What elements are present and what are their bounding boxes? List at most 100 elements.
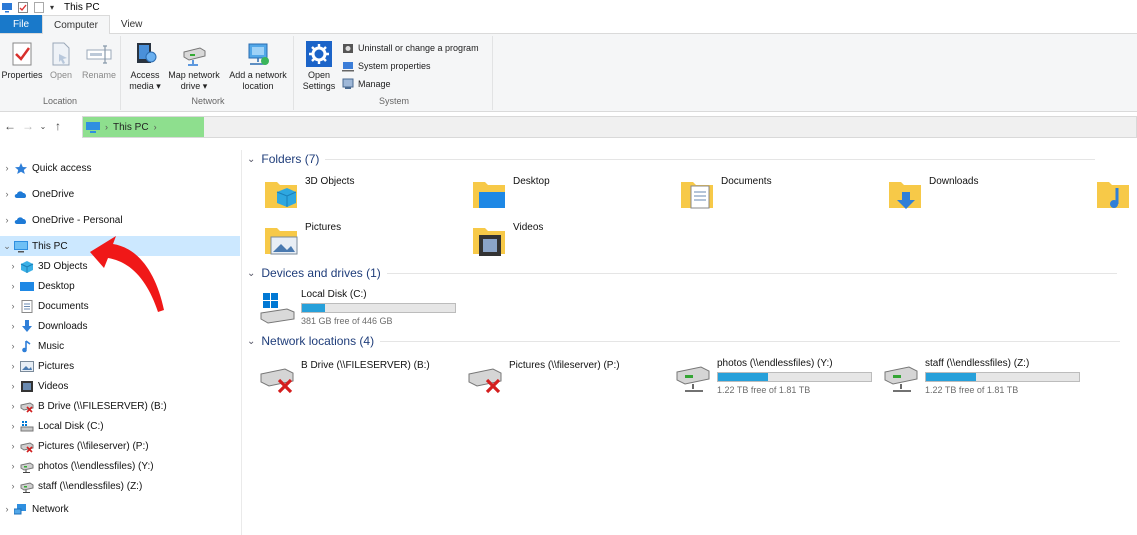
network-drive-icon (20, 481, 34, 493)
expand-chevron-icon[interactable]: › (6, 421, 20, 431)
pc-icon[interactable] (2, 2, 12, 13)
expand-chevron-icon[interactable]: › (0, 163, 14, 173)
uninstall-label: Uninstall or change a program (358, 43, 479, 53)
drive-free-space: 381 GB free of 446 GB (301, 316, 393, 326)
nav-item-local-disk-c[interactable]: › Local Disk (C:) (0, 416, 240, 436)
network-drive-icon (676, 366, 710, 392)
uninstall-icon (343, 44, 353, 53)
network-locations-group-header[interactable]: ⌄ Network locations (4) (247, 334, 1121, 348)
pc-icon (86, 121, 100, 133)
map-network-drive-button[interactable]: Map network drive ▾ (163, 40, 225, 92)
folder-tile-documents[interactable]: Documents (679, 176, 772, 212)
nav-item-photos-y[interactable]: › photos (\\endlessfiles) (Y:) (0, 456, 240, 476)
expand-chevron-icon[interactable]: › (6, 341, 20, 351)
tab-computer[interactable]: Computer (42, 15, 110, 34)
address-bar[interactable]: › This PC › (82, 116, 1137, 138)
drive-free-space: 1.22 TB free of 1.81 TB (925, 385, 1019, 395)
expand-chevron-icon[interactable]: › (6, 261, 20, 271)
up-arrow-icon[interactable]: ↑ (50, 119, 66, 133)
ribbon-group-location: Properties Open Rename Location (0, 36, 121, 110)
tab-file[interactable]: File (0, 15, 42, 33)
network-tile-photos-y[interactable]: photos (\\endlessfiles) (Y:) 1.22 TB fre… (675, 358, 872, 395)
open-settings-button[interactable]: Open Settings (298, 40, 340, 92)
settings-gear-icon (306, 41, 332, 67)
expand-chevron-icon[interactable]: › (6, 381, 20, 391)
expand-chevron-icon[interactable]: › (0, 215, 14, 225)
nav-item-pictures-p[interactable]: › Pictures (\\fileserver) (P:) (0, 436, 240, 456)
folder-tile-videos[interactable]: Videos (471, 222, 543, 258)
annotation-arrow-icon (90, 236, 164, 312)
expand-chevron-icon[interactable]: › (6, 481, 20, 491)
collapse-chevron-icon[interactable]: ⌄ (247, 268, 255, 279)
customize-quick-access-icon[interactable]: ▾ (50, 3, 54, 12)
capacity-bar (717, 372, 872, 382)
expand-chevron-icon[interactable]: › (6, 461, 20, 471)
ribbon-group-system: Open Settings Uninstall or change a prog… (296, 36, 493, 110)
header-divider (380, 340, 1121, 342)
disconnected-drive-icon (260, 368, 294, 394)
nav-item-b-drive[interactable]: › B Drive (\\FILESERVER) (B:) (0, 396, 240, 416)
nav-item-videos[interactable]: › Videos (0, 376, 240, 396)
network-tile-staff-z[interactable]: staff (\\endlessfiles) (Z:) 1.22 TB free… (883, 358, 1080, 395)
folder-label: Desktop (513, 176, 550, 187)
breadcrumb-separator-icon[interactable]: › (105, 122, 108, 132)
folder-music-icon[interactable] (1095, 176, 1131, 212)
cloud-icon (14, 190, 27, 198)
network-tile-b-drive[interactable]: B Drive (\\FILESERVER) (B:) (259, 360, 430, 396)
nav-item-music[interactable]: › Music (0, 336, 240, 356)
access-media-button[interactable]: Access media ▾ (127, 40, 163, 92)
expand-chevron-icon[interactable]: › (6, 441, 20, 451)
uninstall-program-button[interactable]: Uninstall or change a program (342, 42, 479, 54)
add-network-location-button[interactable]: Add a network location (225, 40, 291, 92)
manage-button[interactable]: Manage (342, 78, 391, 90)
open-button[interactable]: Open (46, 40, 76, 81)
ribbon-tabs: File Computer View (0, 15, 1137, 34)
collapse-chevron-icon[interactable]: ⌄ (247, 336, 255, 347)
properties-check-icon[interactable] (18, 1, 28, 13)
expand-chevron-icon[interactable]: › (6, 281, 20, 291)
expand-chevron-icon[interactable]: › (6, 301, 20, 311)
folders-group-header[interactable]: ⌄ Folders (7) (247, 152, 1096, 166)
ribbon: Properties Open Rename Location Access m… (0, 34, 1137, 112)
nav-item-staff-z[interactable]: › staff (\\endlessfiles) (Z:) (0, 476, 240, 496)
breadcrumb-separator-icon[interactable]: › (154, 122, 157, 132)
folder-tile-3d-objects[interactable]: 3D Objects (263, 176, 354, 212)
drive-tile-local-disk-c[interactable]: Local Disk (C:) 381 GB free of 446 GB (259, 289, 456, 326)
disconnected-drive-icon (468, 368, 502, 394)
expand-chevron-icon[interactable]: › (0, 189, 14, 199)
manage-icon (342, 78, 354, 89)
navigation-pane: › Quick access › OneDrive › OneDrive - P… (0, 150, 242, 535)
collapse-chevron-icon[interactable]: ⌄ (0, 241, 14, 252)
breadcrumb-this-pc[interactable]: This PC (113, 122, 149, 133)
access-media-label-2: media ▾ (129, 81, 161, 91)
expand-chevron-icon[interactable]: › (0, 504, 14, 514)
nav-label: 3D Objects (38, 260, 88, 272)
properties-button[interactable]: Properties (1, 40, 43, 81)
devices-group-header[interactable]: ⌄ Devices and drives (1) (247, 266, 1117, 280)
title-bar: ▾ This PC (0, 0, 1137, 14)
nav-item-onedrive[interactable]: › OneDrive (0, 184, 240, 204)
nav-item-pictures[interactable]: › Pictures (0, 356, 240, 376)
collapse-chevron-icon[interactable]: ⌄ (247, 154, 255, 165)
open-settings-label-2: Settings (302, 81, 336, 91)
expand-chevron-icon[interactable]: › (6, 361, 20, 371)
expand-chevron-icon[interactable]: › (6, 321, 20, 331)
network-tile-pictures-p[interactable]: Pictures (\\fileserver) (P:) (467, 360, 620, 396)
nav-item-onedrive-personal[interactable]: › OneDrive - Personal (0, 210, 240, 230)
access-media-label-1: Access (130, 70, 160, 80)
folder-tile-downloads[interactable]: Downloads (887, 176, 978, 212)
system-properties-button[interactable]: System properties (342, 60, 431, 72)
new-folder-icon[interactable] (34, 1, 44, 13)
forward-arrow-icon[interactable]: → (20, 119, 36, 133)
rename-button[interactable]: Rename (80, 40, 118, 81)
folder-tile-desktop[interactable]: Desktop (471, 176, 550, 212)
nav-item-network[interactable]: › Network (0, 499, 240, 519)
system-properties-icon (342, 62, 354, 72)
tab-view[interactable]: View (110, 15, 154, 33)
back-arrow-icon[interactable]: ← (2, 119, 18, 133)
folder-tile-pictures[interactable]: Pictures (263, 222, 341, 258)
header-divider (325, 158, 1096, 160)
recent-locations-chevron-icon[interactable]: ⌄ (38, 122, 48, 131)
expand-chevron-icon[interactable]: › (6, 401, 20, 411)
nav-item-quick-access[interactable]: › Quick access (0, 158, 240, 178)
